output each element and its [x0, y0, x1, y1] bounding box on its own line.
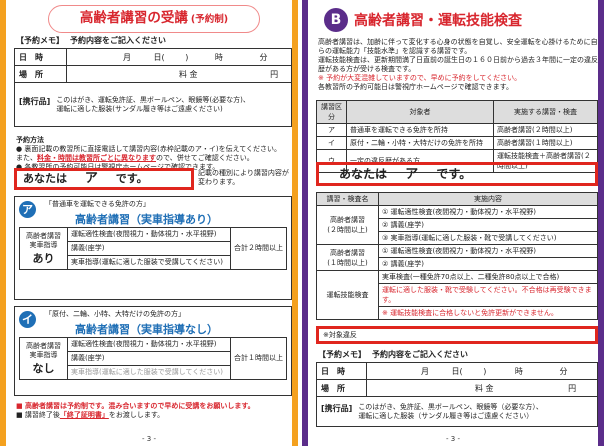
- section-b-header: 「原付、二輪、小特、大特だけの免許の方」: [45, 310, 185, 318]
- left-answer-box: あなたは ア です。: [14, 168, 194, 190]
- right-memo-heading: 【予約メモ】 予約内容をご記入ください: [318, 350, 468, 359]
- left-memo-heading: 【予約メモ】 予約内容をご記入ください: [16, 36, 166, 45]
- right-answer-box: あなたは ア です。: [316, 162, 598, 186]
- left-page-title: 高齢者講習の受講 (予約制): [48, 5, 260, 33]
- left-memo-bring: [携行品] このはがき、運転免許証、黒ボールペン、眼鏡等(必要な方)、 運転に適し…: [14, 82, 292, 127]
- section-b-badge: イ: [19, 311, 36, 328]
- left-answer-note: 記載の種別により講習内容が変わります。: [198, 169, 289, 186]
- section-b-course: 高齢者講習（実車指導なし）: [75, 323, 218, 336]
- section-b-table: 高齢者講習 実車指導 なし 運転適性検査(夜間視力・動体視力・水平視野) 合計１…: [19, 337, 287, 380]
- section-a-left-label: 高齢者講習 実車指導 あり: [19, 227, 68, 270]
- left-memo-date-field[interactable]: 月 日( ) 時 分: [66, 48, 292, 66]
- detail-table: 講習・検査名 実施内容 高齢者講習 (２時間以上) ① 運転適性検査(夜間視力・…: [316, 192, 598, 320]
- table-row: ア 普通車を運転できる免許を所持 高齢者講習(２時間以上): [316, 123, 598, 137]
- left-notices: ■ 高齢者講習は予約制です。混み合いますので早めに受講をお願いします。 ■ 講習…: [16, 402, 255, 419]
- right-page-number: - 3 -: [446, 435, 460, 443]
- right-page: B 高齢者講習・運転技能検査 高齢者講習は、加齢に伴って変化する心身の状態を自覚…: [302, 0, 604, 446]
- section-b: イ 「原付、二輪、小特、大特だけの免許の方」 高齢者講習（実車指導なし） 高齢者…: [14, 306, 292, 396]
- right-intro: 高齢者講習は、加齢に伴って変化する心身の状態を自覚し、安全運転を心掛けるために自…: [318, 38, 598, 91]
- section-a: ア 「普通車を運転できる免許の方」 高齢者講習（実車指導あり） 高齢者講習 実車…: [14, 196, 292, 300]
- right-memo-date-field[interactable]: 月 日( ) 時 分: [366, 362, 598, 380]
- section-a-table: 高齢者講習 実車指導 あり 運転適性検査(夜間視力・動体視力・水平視野) 合計２…: [19, 227, 287, 270]
- b-badge: B: [324, 8, 348, 32]
- section-b-left-label: 高齢者講習 実車指導 なし: [19, 337, 68, 380]
- section-a-badge: ア: [19, 201, 36, 218]
- left-title-tag: (予約制): [190, 14, 229, 25]
- left-title-text: 高齢者講習の受講: [79, 10, 188, 26]
- left-memo-date-label: 日 時: [14, 48, 67, 66]
- left-page: 高齢者講習の受講 (予約制) 【予約メモ】 予約内容をご記入ください 日 時 月 日…: [0, 0, 298, 446]
- section-a-header: 「普通車を運転できる免許の方」: [45, 200, 150, 208]
- table-row: イ 原付・二輪・小特・大特だけの免許を所持 高齢者講習(１時間以上): [316, 136, 598, 150]
- right-memo-place-field[interactable]: 料 金 円: [366, 379, 598, 397]
- left-method: 予約方法 ● 裏面記載の教習所に直接電話して講習内容(赤枠記載のア・イ)を伝えて…: [16, 136, 282, 171]
- right-page-title: B 高齢者講習・運転技能検査: [320, 6, 598, 34]
- left-memo-place-label: 場 所: [14, 65, 67, 83]
- section-a-course: 高齢者講習（実車指導あり）: [75, 213, 218, 226]
- left-page-number: - 3 -: [142, 435, 156, 443]
- right-memo-table: 日 時 月 日( ) 時 分 場 所 料 金 円 [携行品] このはがき、免許証…: [316, 362, 598, 427]
- left-memo-place-field[interactable]: 料 金 円: [66, 65, 292, 83]
- right-memo-bring: [携行品] このはがき、免許証、黒ボールペン、眼鏡等（必要な方）、 運転に適した服…: [316, 396, 598, 427]
- target-violation-box: ※対象違反: [316, 326, 598, 344]
- left-memo-table: 日 時 月 日( ) 時 分 場 所 料 金 円 [携行品] このはがき、運転免…: [14, 48, 292, 127]
- right-title-text: 高齢者講習・運転技能検査: [354, 13, 522, 29]
